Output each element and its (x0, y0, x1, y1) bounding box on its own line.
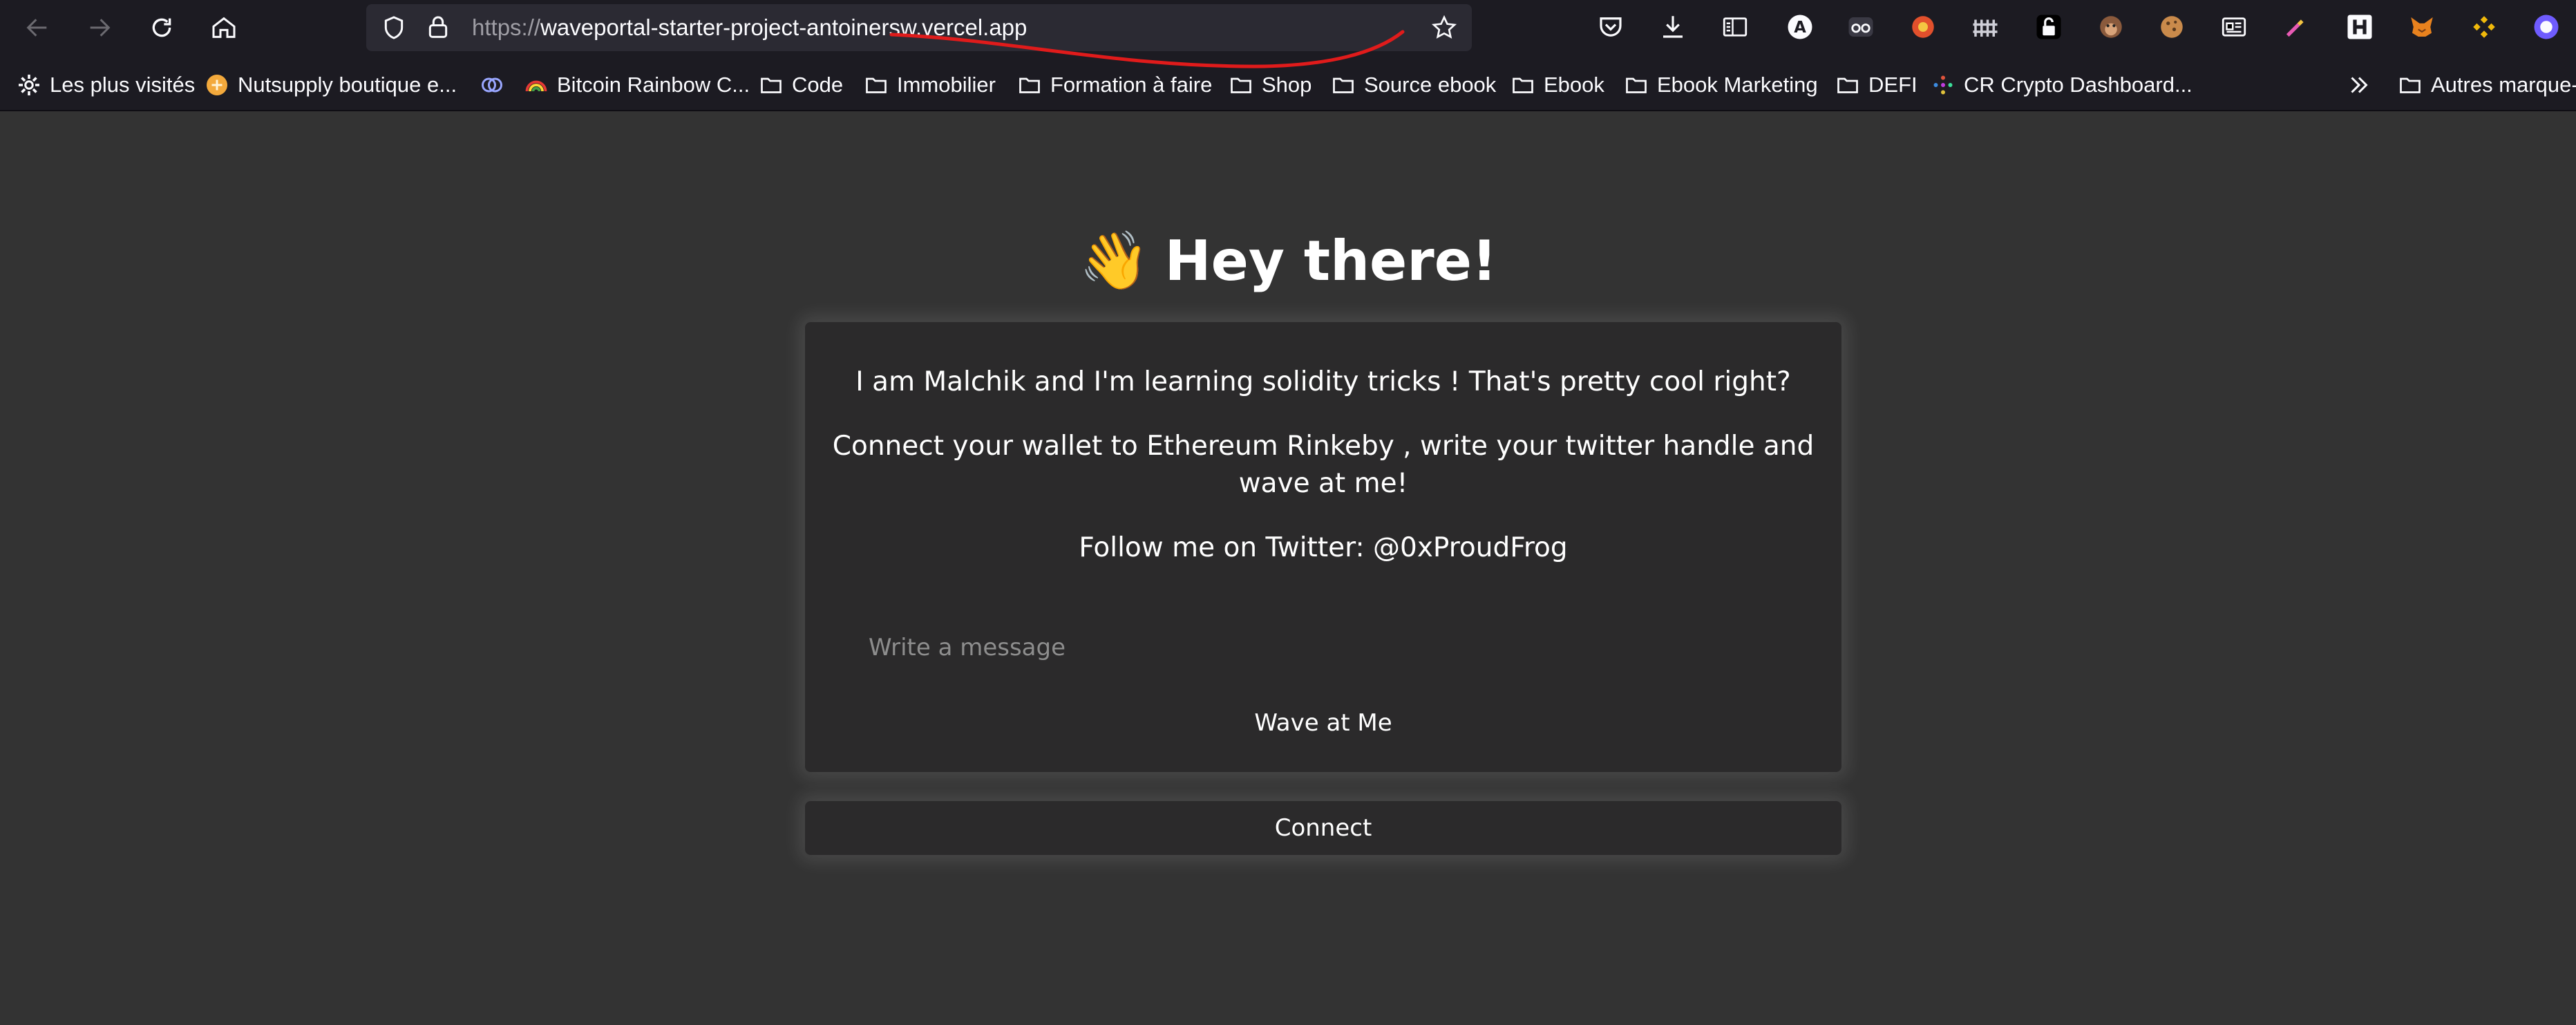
waving-hand-icon: 👋 (1079, 228, 1150, 294)
bookmark-folder-formation[interactable]: Formation à faire (1017, 69, 1212, 101)
bookmark-folder-code[interactable]: Code (759, 69, 843, 101)
star-bookmark-icon[interactable] (1429, 12, 1459, 43)
bookmark-nutsupply[interactable]: Nutsupply boutique e... (205, 69, 457, 101)
reload-icon (152, 18, 171, 37)
news-reader-icon[interactable] (2218, 11, 2250, 43)
message-input[interactable] (867, 625, 1782, 670)
bookmark-folder-ebook[interactable]: Ebook (1510, 69, 1604, 101)
downloads-icon[interactable] (1657, 11, 1689, 43)
connect-wallet-button[interactable]: Connect (805, 801, 1841, 855)
bookmarks-toolbar: Les plus visités Nutsupply boutique e...… (0, 61, 2576, 109)
address-bar[interactable]: https://waveportal-starter-project-antoi… (366, 4, 1472, 68)
color-picker-extension-icon[interactable] (2280, 11, 2312, 43)
cookie-extension-icon[interactable] (2156, 11, 2188, 43)
bookmark-most-visited[interactable]: Les plus visités (17, 69, 195, 101)
reload-button[interactable] (144, 10, 180, 46)
pocket-icon[interactable] (1595, 11, 1627, 43)
folder-icon (866, 77, 887, 93)
padlock-extension-icon[interactable] (2033, 11, 2065, 43)
folder-icon (1513, 77, 1533, 93)
bookmark-folder-defi[interactable]: DEFI (1835, 69, 1917, 101)
bio-text: I am Malchik and I'm learning solidity t… (855, 366, 1791, 397)
extension-purple-icon[interactable] (2530, 11, 2562, 43)
rainbow-icon (525, 80, 547, 92)
cc-favicon-icon (482, 77, 502, 93)
folder-icon (1019, 77, 1040, 93)
bookmark-folder-shop[interactable]: Shop (1229, 69, 1311, 101)
folder-icon (1333, 77, 1354, 93)
folder-icon (1231, 77, 1251, 93)
arrow-right-icon (90, 19, 111, 37)
bookmarks-overflow-button[interactable] (2347, 69, 2371, 101)
browser-toolbar: https://waveportal-starter-project-antoi… (0, 0, 2576, 68)
folder-icon (1626, 77, 1647, 93)
instructions-text: Connect your wallet to Ethereum Rinkeby … (832, 431, 1815, 499)
crypto-dashboard-favicon-icon (1933, 75, 1953, 95)
arrow-left-icon (26, 19, 47, 37)
url-host: waveportal-starter-project-antoinersw.ve… (540, 15, 1027, 40)
bookmark-folder-immobilier[interactable]: Immobilier (864, 69, 996, 101)
chrome-divider (0, 110, 2576, 111)
bookmark-folder-other[interactable]: Autres marque-... (2398, 69, 2576, 101)
browser-chrome: https://waveportal-starter-project-antoi… (0, 0, 2576, 111)
chevron-double-right-icon (2351, 77, 2368, 93)
red-fox-extension-icon[interactable] (1907, 11, 1939, 43)
binance-wallet-icon[interactable] (2468, 11, 2500, 43)
svg-text:A: A (1794, 19, 1806, 37)
folder-icon (1837, 77, 1858, 93)
bookmark-folder-source-ebook[interactable]: Source ebook (1331, 69, 1496, 101)
glasses-extension-icon[interactable] (1845, 11, 1877, 43)
bookmark-cr-crypto-dashboard[interactable]: CR Crypto Dashboard... (1931, 69, 2193, 101)
wave-card: I am Malchik and I'm learning solidity t… (805, 322, 1841, 772)
bookmark-folder-ebook-marketing[interactable]: Ebook Marketing (1624, 69, 1818, 101)
extension-a-icon[interactable]: A (1784, 11, 1816, 43)
monkey-extension-icon[interactable] (2095, 11, 2127, 43)
nutsupply-favicon-icon (207, 75, 227, 95)
reader-sidebar-icon[interactable] (1719, 11, 1751, 43)
home-icon (212, 17, 236, 38)
twitter-follow-text: Follow me on Twitter: @0xProudFrog (1079, 532, 1568, 563)
lock-icon[interactable] (423, 12, 453, 43)
home-button[interactable] (206, 10, 242, 46)
url-text[interactable]: https://waveportal-starter-project-antoi… (472, 14, 1027, 41)
metamask-fox-icon[interactable] (2406, 11, 2438, 43)
page-title: 👋 Hey there! (0, 220, 2576, 303)
wave-button[interactable]: Wave at Me (805, 709, 1841, 737)
bookmark-bitcoin-rainbow[interactable]: Bitcoin Rainbow C... (524, 69, 750, 101)
tracking-shield-icon[interactable] (379, 12, 409, 43)
page-title-text: Hey there! (1164, 229, 1497, 293)
h-extension-icon[interactable] (2344, 11, 2376, 43)
url-scheme: https:// (472, 15, 541, 40)
folder-icon (2400, 77, 2421, 93)
fence-extension-icon[interactable] (1969, 11, 2001, 43)
back-button[interactable] (19, 10, 55, 46)
forward-button[interactable] (82, 10, 117, 46)
folder-icon (761, 77, 782, 93)
gear-icon (19, 75, 39, 95)
bookmark-cc-favicon[interactable] (480, 69, 513, 101)
